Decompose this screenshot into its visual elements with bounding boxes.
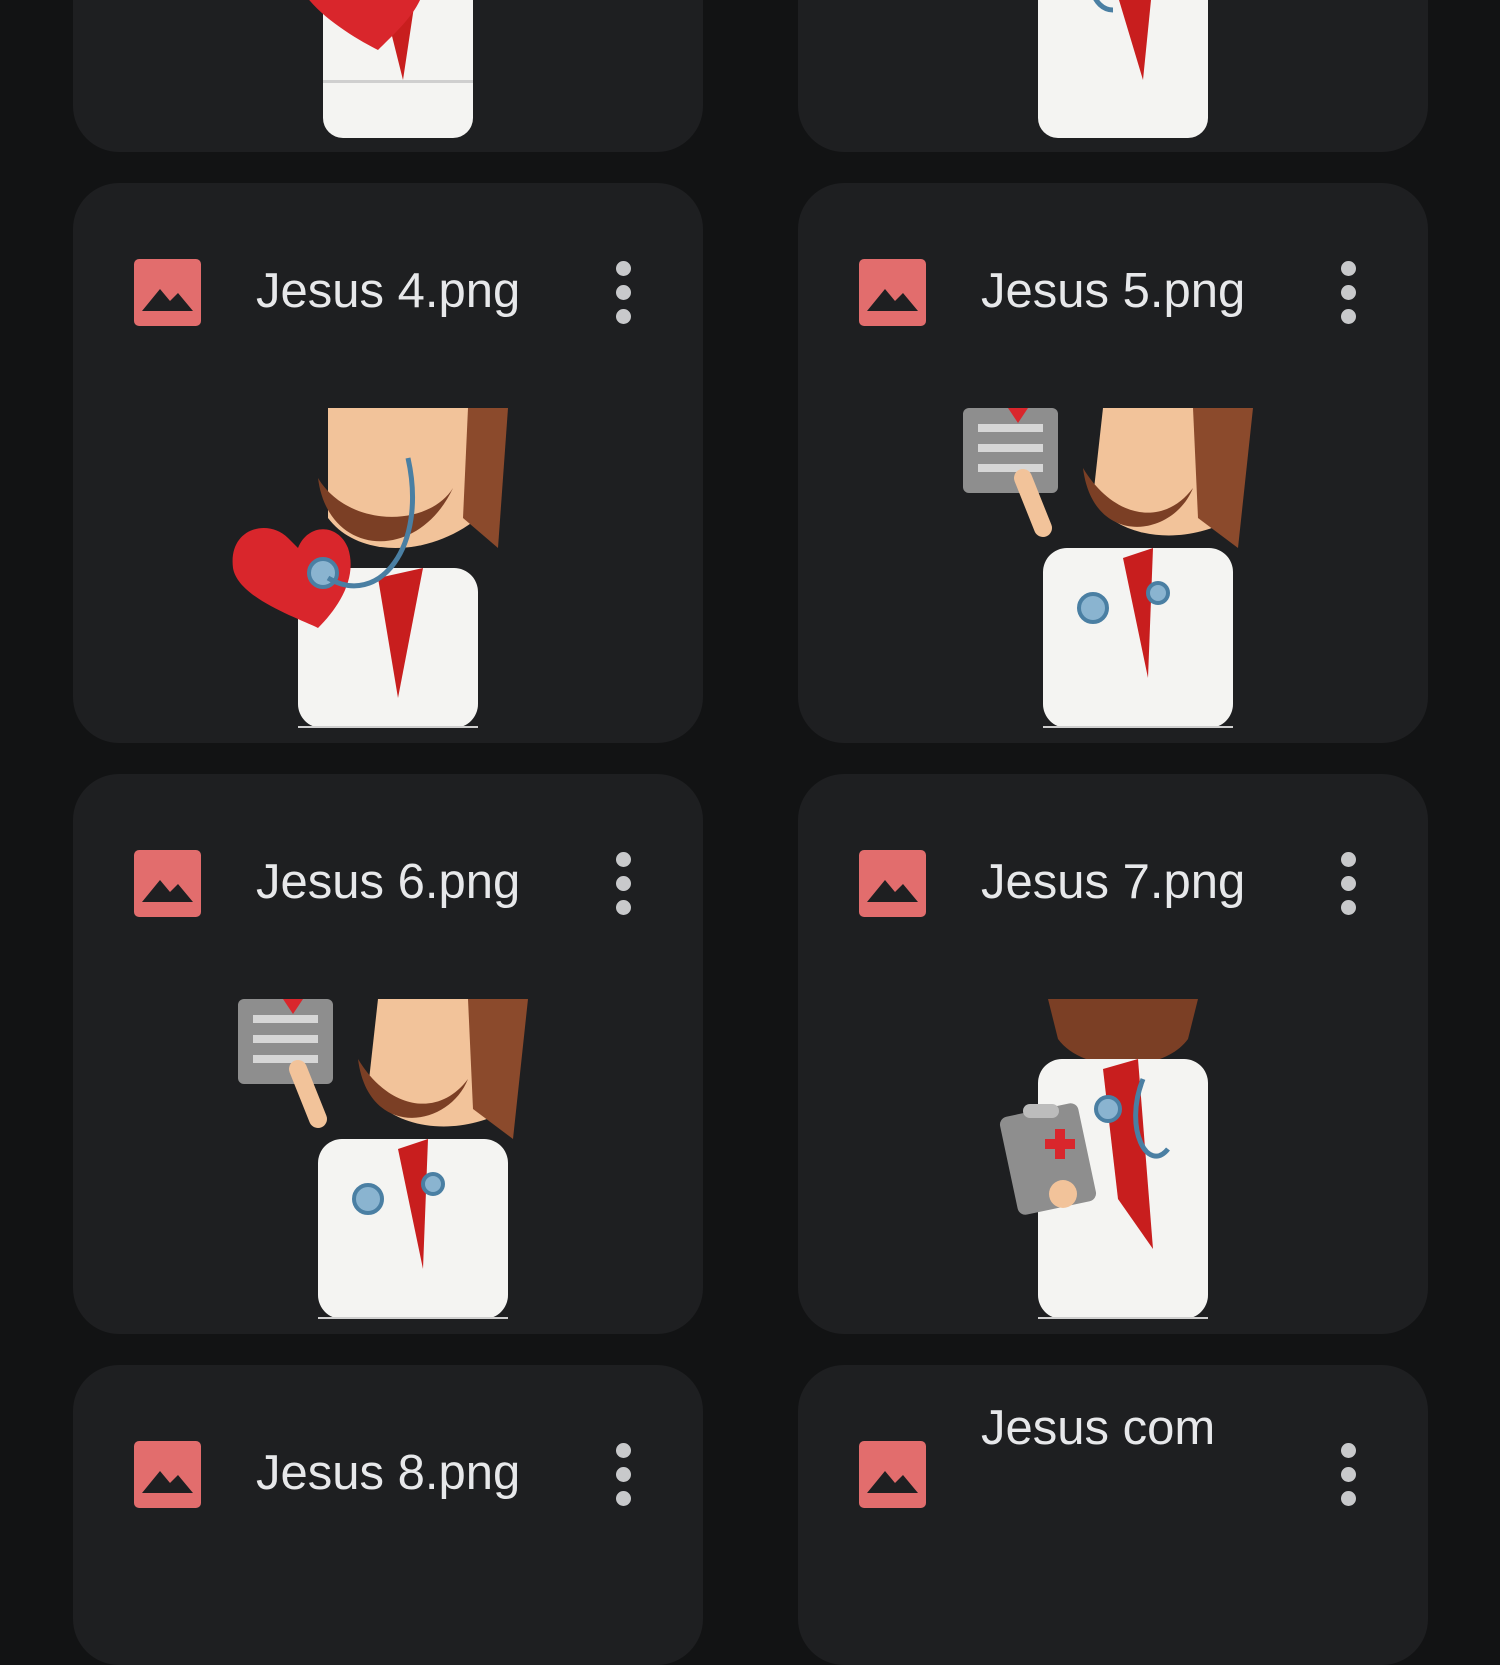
file-card[interactable]: Jesus 4.png <box>73 183 703 743</box>
doctor-holding-clipboard-thumbnail <box>953 999 1273 1319</box>
file-card[interactable]: Jesus 6.png <box>73 774 703 1334</box>
file-card[interactable]: Jesus 5.png <box>798 183 1428 743</box>
image-icon <box>859 259 926 326</box>
file-card-partial-top-left[interactable] <box>73 0 703 152</box>
doctor-with-stethoscope-thumbnail <box>953 0 1273 138</box>
file-name: Jesus 5.png <box>981 264 1246 318</box>
file-card[interactable]: Jesus com <box>798 1365 1428 1665</box>
more-options-button[interactable] <box>1328 1439 1368 1511</box>
image-icon <box>134 1441 201 1508</box>
file-name: Jesus 4.png <box>256 264 521 318</box>
more-options-button[interactable] <box>603 257 643 329</box>
file-name: Jesus com <box>981 1401 1216 1455</box>
file-card-partial-top-right[interactable] <box>798 0 1428 152</box>
more-options-button[interactable] <box>603 848 643 920</box>
image-icon <box>859 850 926 917</box>
more-options-button[interactable] <box>1328 257 1368 329</box>
file-card[interactable]: Jesus 8.png <box>73 1365 703 1665</box>
doctor-holding-xray-thumbnail <box>953 408 1273 728</box>
more-options-button[interactable] <box>1328 848 1368 920</box>
file-name: Jesus 7.png <box>981 855 1246 909</box>
image-icon <box>859 1441 926 1508</box>
doctor-holding-heart-thumbnail <box>228 408 548 728</box>
doctor-holding-xray-thumbnail <box>228 999 548 1319</box>
doctor-holding-heart-thumbnail <box>228 0 548 138</box>
file-name: Jesus 8.png <box>256 1446 521 1500</box>
file-name: Jesus 6.png <box>256 855 521 909</box>
file-card[interactable]: Jesus 7.png <box>798 774 1428 1334</box>
image-icon <box>134 259 201 326</box>
image-icon <box>134 850 201 917</box>
more-options-button[interactable] <box>603 1439 643 1511</box>
